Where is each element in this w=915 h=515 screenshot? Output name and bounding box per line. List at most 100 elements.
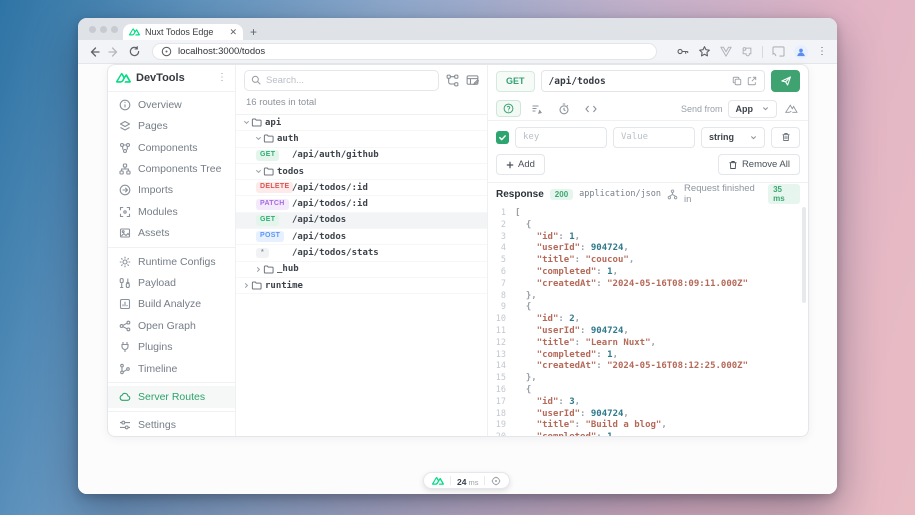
- sidebar-item-server-routes[interactable]: Server Routes: [108, 386, 235, 407]
- cast-icon[interactable]: [772, 46, 785, 57]
- param-enabled-checkbox[interactable]: [496, 131, 509, 144]
- inspector-target-icon[interactable]: [491, 476, 501, 486]
- maximize-window-button[interactable]: [111, 26, 118, 33]
- code-line: 5 "title": "coucou",: [488, 255, 808, 267]
- send-from-select[interactable]: App: [728, 100, 778, 118]
- json-tree-toggle-icon[interactable]: [667, 189, 678, 200]
- route-folder-api[interactable]: api: [236, 115, 487, 131]
- add-param-button[interactable]: Add: [496, 154, 545, 175]
- route-folder-todos[interactable]: todos: [236, 164, 487, 180]
- vue-devtools-icon[interactable]: [720, 46, 732, 57]
- routes-count: 16 routes in total: [236, 95, 487, 115]
- route-item[interactable]: POST /api/todos: [236, 229, 487, 245]
- delete-param-button[interactable]: [771, 127, 800, 148]
- request-url-box[interactable]: [541, 70, 765, 92]
- sidebar-item-assets[interactable]: Assets: [108, 222, 235, 243]
- route-item[interactable]: * /api/todos/stats: [236, 245, 487, 261]
- param-value-input[interactable]: [613, 127, 695, 148]
- finished-label: Request finished in: [684, 183, 762, 205]
- profile-avatar[interactable]: [794, 45, 808, 59]
- reload-icon[interactable]: [124, 46, 144, 57]
- toolbar-divider: [762, 46, 763, 58]
- window-controls[interactable]: [89, 26, 118, 33]
- nuxt-logo-icon: [129, 28, 140, 36]
- folder-icon: [263, 264, 274, 275]
- route-folder-runtime[interactable]: runtime: [236, 278, 487, 294]
- back-icon[interactable]: [84, 46, 104, 58]
- sidebar-item-open-graph[interactable]: Open Graph: [108, 315, 235, 336]
- route-item[interactable]: PATCH /api/todos/:id: [236, 196, 487, 212]
- route-path: /api/todos/stats: [292, 248, 379, 258]
- minimize-window-button[interactable]: [100, 26, 107, 33]
- send-from-label: Send from: [681, 104, 723, 114]
- password-key-icon[interactable]: [676, 45, 689, 58]
- route-folder-auth[interactable]: auth: [236, 131, 487, 147]
- code-line: 19 "title": "Build a blog",: [488, 420, 808, 432]
- address-bar[interactable]: localhost:3000/todos: [152, 43, 657, 60]
- tab-headers-icon[interactable]: [526, 103, 548, 115]
- request-column: GET: [488, 65, 808, 436]
- route-item[interactable]: DELETE /api/todos/:id: [236, 180, 487, 196]
- sidebar-item-modules[interactable]: Modules: [108, 201, 235, 222]
- sidebar-item-pages[interactable]: Pages: [108, 116, 235, 137]
- nuxt-logo-icon: [432, 477, 444, 485]
- tab-snippet-icon[interactable]: [580, 103, 602, 115]
- sidebar-item-overview[interactable]: Overview: [108, 94, 235, 115]
- tree-view-toggle-icon[interactable]: [446, 74, 459, 87]
- code-line: 17 "id": 3,: [488, 397, 808, 409]
- code-line: 1[: [488, 208, 808, 220]
- route-item[interactable]: GET /api/auth/github: [236, 148, 487, 164]
- forward-icon[interactable]: [104, 46, 124, 58]
- tab-title: Nuxt Todos Edge: [145, 27, 224, 37]
- sidebar-item-payload[interactable]: Payload: [108, 272, 235, 293]
- sidebar-item-imports[interactable]: Imports: [108, 180, 235, 201]
- open-external-icon[interactable]: [747, 76, 757, 86]
- code-line: 6 "completed": 1,: [488, 267, 808, 279]
- code-line: 18 "userId": 904724,: [488, 409, 808, 421]
- close-window-button[interactable]: [89, 26, 96, 33]
- code-line: 13 "completed": 1,: [488, 350, 808, 362]
- scrollbar-thumb[interactable]: [802, 207, 806, 303]
- tree-icon: [118, 163, 131, 175]
- browser-tab[interactable]: Nuxt Todos Edge ✕: [123, 24, 243, 40]
- bookmark-star-icon[interactable]: [698, 45, 711, 58]
- devtools-title: DevTools: [136, 72, 212, 84]
- route-item-selected[interactable]: GET /api/todos: [236, 213, 487, 229]
- tab-close-icon[interactable]: ✕: [229, 28, 237, 37]
- sidebar-item-build-analyze[interactable]: Build Analyze: [108, 294, 235, 315]
- code-line: 14 "createdAt": "2024-05-16T08:12:25.000…: [488, 361, 808, 373]
- sidebar-item-timeline[interactable]: Timeline: [108, 358, 235, 379]
- method-badge: DELETE: [256, 182, 293, 193]
- copy-icon[interactable]: [732, 76, 742, 86]
- request-url-input[interactable]: [549, 76, 727, 87]
- devtools-toggle-pill[interactable]: 24ms: [423, 472, 510, 489]
- param-type-select[interactable]: string: [701, 127, 765, 148]
- request-method-chip[interactable]: GET: [496, 71, 535, 92]
- sidebar-item-components-tree[interactable]: Components Tree: [108, 158, 235, 179]
- devtools-menu-icon[interactable]: ⋮: [217, 72, 227, 83]
- site-info-icon[interactable]: [161, 46, 172, 57]
- route-folder-hub[interactable]: _hub: [236, 262, 487, 278]
- sidebar-item-runtime-configs[interactable]: Runtime Configs: [108, 251, 235, 272]
- routes-search[interactable]: [244, 70, 439, 91]
- param-key-input[interactable]: [515, 127, 607, 148]
- tab-query-params[interactable]: [496, 100, 521, 117]
- remove-all-button[interactable]: Remove All: [718, 154, 800, 175]
- sidebar-item-components[interactable]: Components: [108, 137, 235, 158]
- nuxt-app-target-icon[interactable]: [782, 104, 800, 113]
- new-tab-button[interactable]: +: [250, 24, 257, 40]
- search-input[interactable]: [266, 75, 432, 86]
- modules-icon: [118, 206, 131, 218]
- tab-timing-icon[interactable]: [553, 103, 575, 115]
- sidebar-item-settings[interactable]: Settings: [108, 415, 235, 436]
- chevron-down-icon: [241, 119, 251, 126]
- browser-menu-icon[interactable]: ⋮: [817, 46, 827, 57]
- sidebar-item-plugins[interactable]: Plugins: [108, 336, 235, 357]
- send-request-button[interactable]: [771, 70, 800, 92]
- code-editor-icon[interactable]: [466, 74, 479, 87]
- response-body[interactable]: 1[2 {3 "id": 1,4 "userId": 904724,5 "tit…: [488, 205, 808, 436]
- divider: [108, 382, 235, 383]
- content-type-label: application/json: [579, 189, 661, 199]
- folder-icon: [263, 133, 274, 144]
- extension-icon[interactable]: [741, 46, 753, 58]
